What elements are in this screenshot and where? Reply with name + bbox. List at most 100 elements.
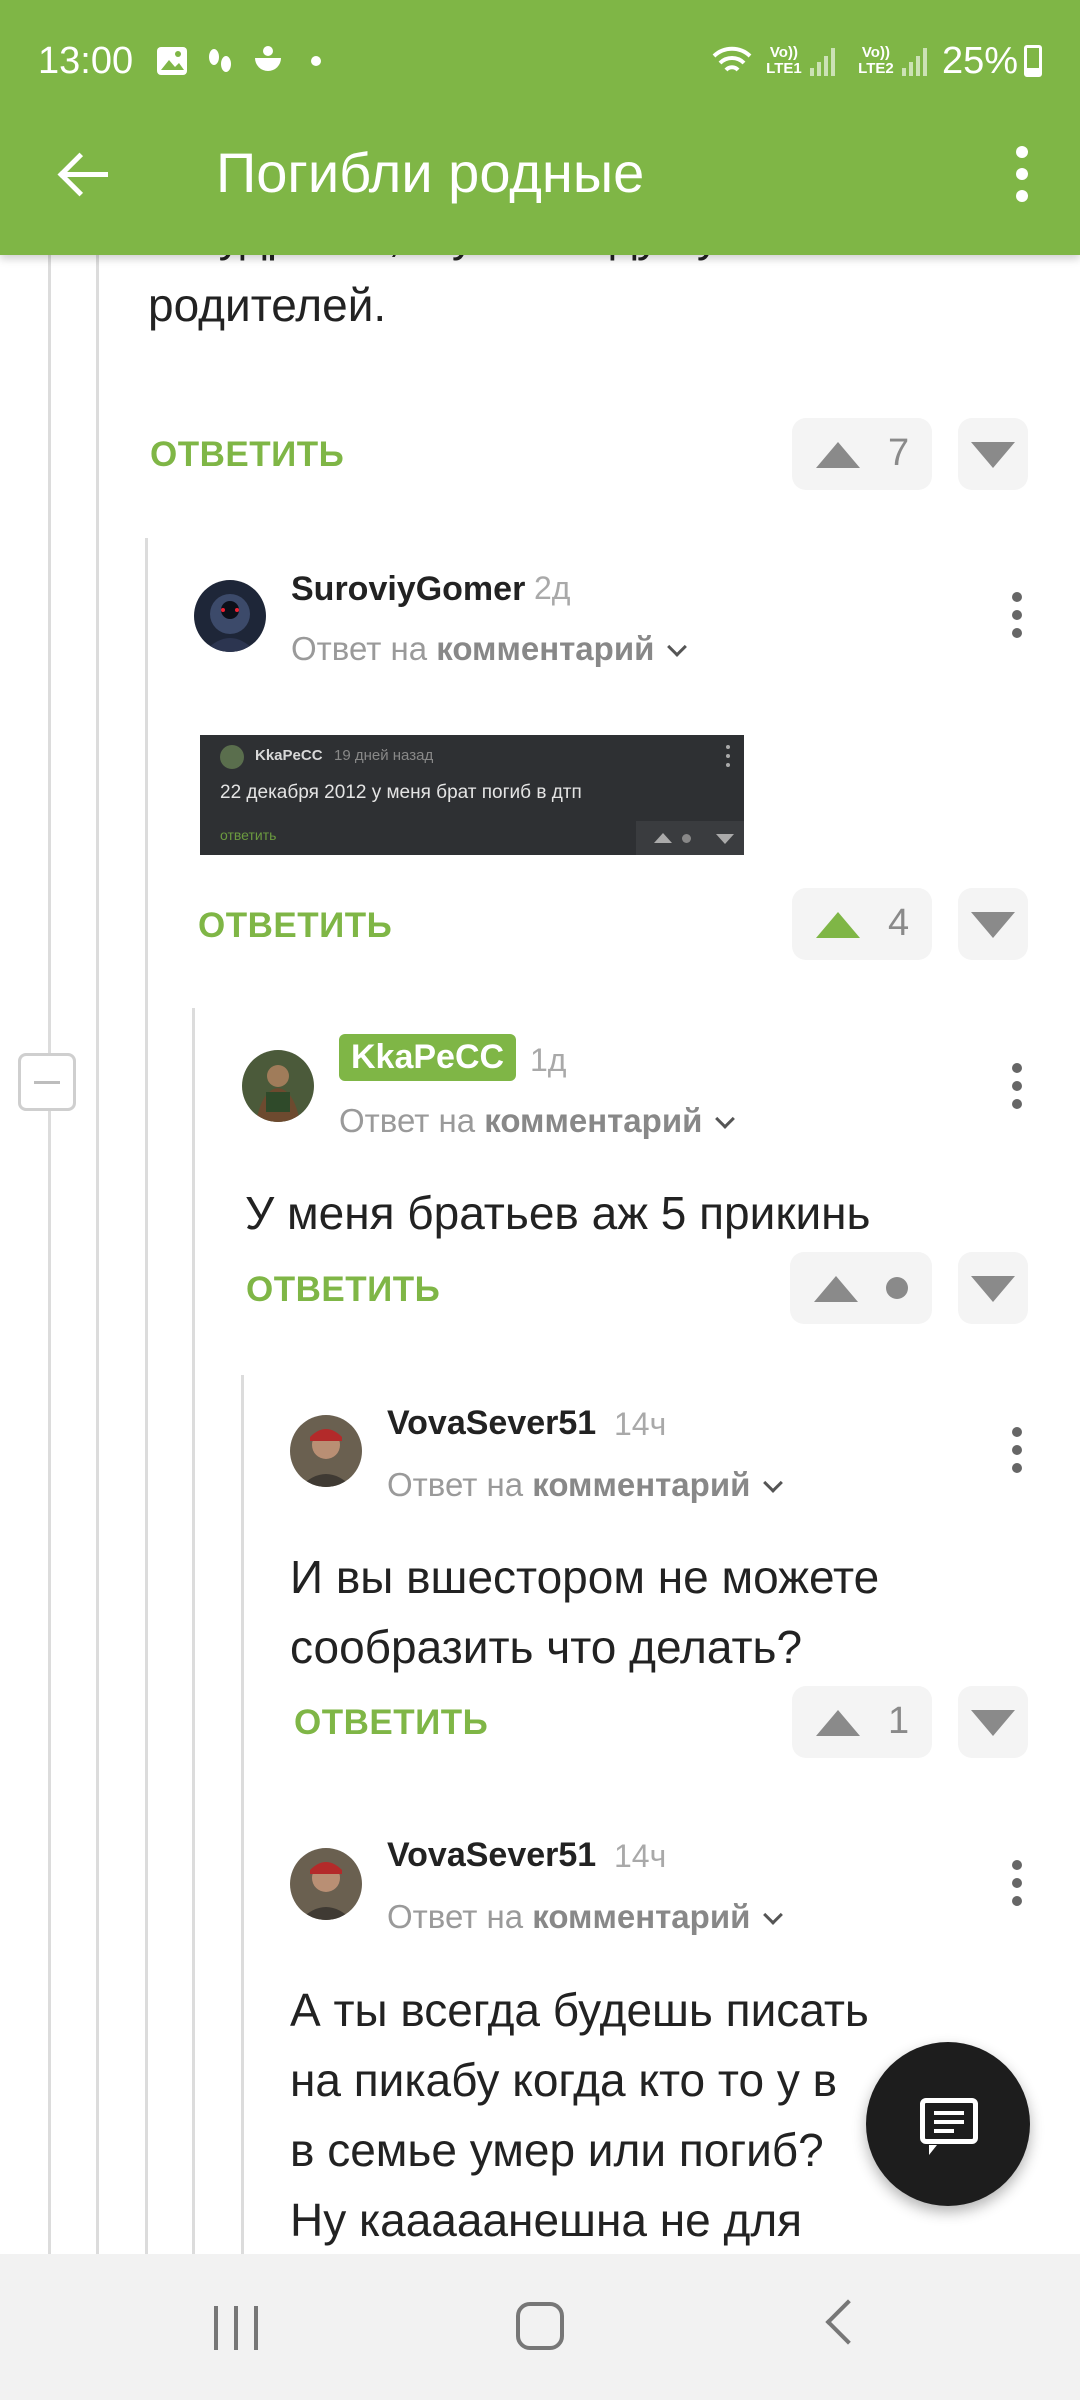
chevron-down-icon [667, 637, 688, 657]
embedded-author: KkaPeCC [255, 747, 323, 764]
embedded-reply: ответить [220, 827, 277, 843]
vote-up-icon [816, 912, 860, 938]
reply-to-target[interactable]: комментарий [532, 1466, 750, 1503]
reply-to-prefix: Ответ на [339, 1102, 476, 1139]
thread-line [192, 1008, 195, 2258]
more-vert-icon[interactable] [1012, 1860, 1024, 1906]
comment-line: родителей. [148, 279, 387, 331]
new-comment-fab[interactable] [866, 2042, 1030, 2206]
reply-to-target[interactable]: комментарий [484, 1102, 702, 1139]
comment-line: И вы вшестором не можете [290, 1551, 880, 1603]
upvote-button[interactable] [790, 1252, 932, 1324]
reply-button[interactable]: ОТВЕТИТЬ [246, 1270, 440, 1310]
embedded-down-icon [716, 834, 734, 844]
wifi-icon [712, 44, 752, 78]
vote-up-icon [816, 1710, 860, 1736]
comment-author[interactable]: VovaSever51 [387, 1404, 596, 1443]
reply-button[interactable]: ОТВЕТИТЬ [294, 1703, 488, 1743]
more-notifications-icon [299, 44, 333, 78]
more-vert-icon[interactable] [1016, 146, 1030, 202]
comment-time: 14ч [614, 1406, 667, 1442]
system-nav-bar [0, 2254, 1080, 2400]
reply-to-prefix: Ответ на [387, 1898, 524, 1935]
downvote-button[interactable] [958, 888, 1028, 960]
comment-author[interactable]: KkaPeCC [339, 1034, 517, 1081]
embedded-dot [682, 834, 691, 843]
avatar[interactable] [194, 580, 266, 652]
app-header: 13:00 Vo)) LTE1 Vo)) LTE2 25% Погибли ро… [0, 0, 1080, 255]
page-title: Погибли родные [216, 141, 645, 204]
upvote-button[interactable]: 4 [792, 888, 932, 960]
more-vert-icon[interactable] [1012, 1063, 1024, 1109]
back-arrow-icon[interactable] [56, 146, 112, 202]
embedded-more-icon [726, 745, 730, 767]
vote-up-icon [816, 442, 860, 468]
reply-to-prefix: Ответ на [291, 630, 428, 667]
reply-to-target[interactable]: комментарий [436, 630, 654, 667]
avatar[interactable] [242, 1050, 314, 1122]
upvote-button[interactable]: 7 [792, 418, 932, 490]
vote-down-icon [971, 442, 1015, 468]
app-bar: Погибли родные [0, 120, 1080, 255]
embedded-text: 22 декабря 2012 у меня брат погиб в дтп [220, 782, 582, 803]
embedded-time: 19 дней назад [334, 747, 434, 764]
reply-to-target[interactable]: комментарий [532, 1898, 750, 1935]
upvote-button[interactable]: 1 [792, 1686, 932, 1758]
comment-text: И вы вшестором не можете сообразить что … [290, 1542, 879, 1682]
comment-author[interactable]: SuroviyGomer [291, 570, 525, 609]
embedded-screenshot[interactable]: KkaPeCC 19 дней назад 22 декабря 2012 у … [200, 735, 744, 855]
comment-time: 2д [534, 570, 571, 606]
vote-neutral-dot [886, 1277, 908, 1299]
status-bar: 13:00 [38, 36, 347, 86]
thread-line [48, 255, 51, 2255]
vote-score: 4 [888, 902, 910, 944]
downvote-button[interactable] [958, 1252, 1028, 1324]
comment-line: на пикабу когда кто то у в [290, 2054, 838, 2106]
chevron-down-icon [763, 1905, 784, 1925]
comment-time: 1д [530, 1042, 567, 1078]
more-vert-icon[interactable] [1012, 592, 1024, 638]
vote-score: 7 [888, 432, 910, 474]
gallery-icon [155, 44, 189, 78]
downvote-button[interactable] [958, 1686, 1028, 1758]
downvote-button[interactable] [958, 418, 1028, 490]
signal2-icon [901, 46, 932, 76]
collapse-thread-button[interactable] [18, 1053, 76, 1111]
comment-line: Ну кааааанешна не для [290, 2194, 803, 2246]
signal1-icon [809, 46, 840, 76]
status-right: Vo)) LTE1 Vo)) LTE2 25% [712, 36, 1042, 86]
reply-button[interactable]: ОТВЕТИТЬ [150, 435, 344, 475]
avatar[interactable] [290, 1848, 362, 1920]
status-time: 13:00 [38, 39, 134, 82]
embedded-vote [636, 821, 744, 855]
thread-line [145, 538, 148, 2258]
comment-line: в семье умер или погиб? [290, 2124, 824, 2176]
reply-to[interactable]: Ответ на комментарий [291, 630, 688, 668]
vote-score: 1 [888, 1700, 910, 1742]
footprints-icon [203, 44, 237, 78]
reply-to[interactable]: Ответ на комментарий [339, 1102, 736, 1140]
chevron-down-icon [763, 1473, 784, 1493]
reply-to[interactable]: Ответ на комментарий [387, 1898, 784, 1936]
comment-text: У меня братьев аж 5 прикинь [245, 1187, 871, 1239]
comment-line: А ты всегда будешь писать [290, 1984, 869, 2036]
comment-author[interactable]: VovaSever51 [387, 1836, 596, 1875]
vote-down-icon [971, 912, 1015, 938]
comment-time: 14ч [614, 1838, 667, 1874]
thread-line [241, 1375, 244, 2255]
nav-back-icon[interactable] [825, 2299, 871, 2345]
thread-line [96, 255, 99, 2255]
comment-icon [920, 2098, 978, 2155]
vote-down-icon [971, 1710, 1015, 1736]
more-vert-icon[interactable] [1012, 1427, 1024, 1473]
reply-to-prefix: Ответ на [387, 1466, 524, 1503]
recent-apps-icon[interactable] [214, 2306, 264, 2350]
vote-up-icon [814, 1276, 858, 1302]
reply-to[interactable]: Ответ на комментарий [387, 1466, 784, 1504]
sim1-label: Vo)) LTE1 [766, 44, 802, 77]
home-icon[interactable] [516, 2302, 564, 2350]
comment-text: А ты всегда будешь писать на пикабу когд… [290, 1975, 869, 2255]
reply-button[interactable]: ОТВЕТИТЬ [198, 906, 392, 946]
avatar[interactable] [290, 1415, 362, 1487]
embedded-up-icon [654, 833, 672, 843]
